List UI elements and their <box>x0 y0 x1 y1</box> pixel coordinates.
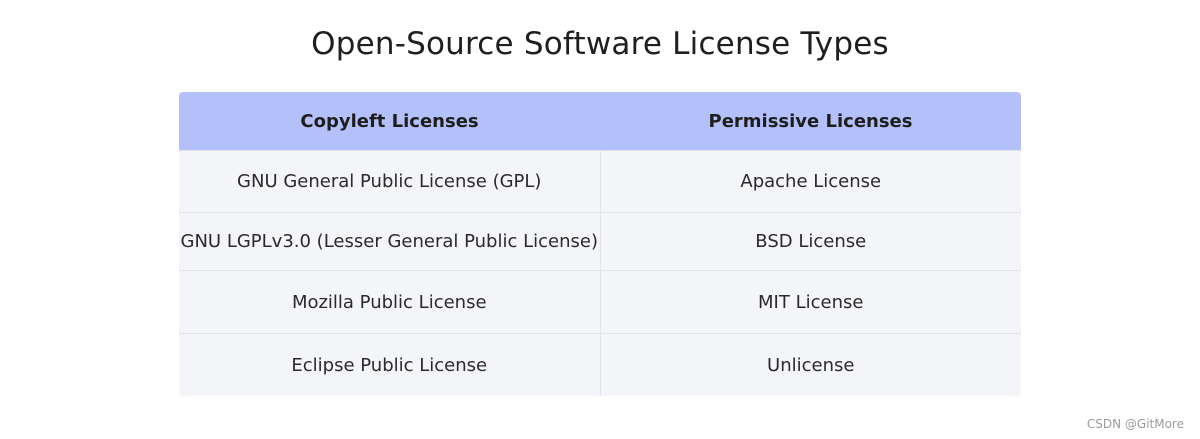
table-row: GNU LGPLv3.0 (Lesser General Public Lice… <box>179 212 1021 270</box>
copyleft-cell: GNU General Public License (GPL) <box>179 151 601 212</box>
page-title: Open-Source Software License Types <box>311 26 889 62</box>
table-row: Mozilla Public License MIT License <box>179 270 1021 333</box>
table-row: GNU General Public License (GPL) Apache … <box>179 150 1021 212</box>
header-permissive: Permissive Licenses <box>708 110 913 132</box>
permissive-cell: Apache License <box>740 171 882 192</box>
table-row: Eclipse Public License Unlicense <box>179 333 1021 396</box>
copyleft-cell: GNU LGPLv3.0 (Lesser General Public Lice… <box>179 213 601 270</box>
permissive-cell: Unlicense <box>767 354 855 376</box>
header-copyleft: Copyleft Licenses <box>300 110 479 132</box>
license-table: Copyleft Licenses Permissive Licenses GN… <box>179 92 1021 396</box>
watermark: CSDN @GitMore <box>1086 417 1184 431</box>
copyleft-cell: Mozilla Public License <box>179 271 601 333</box>
copyleft-cell: Eclipse Public License <box>179 334 601 396</box>
permissive-cell: MIT License <box>758 291 864 313</box>
table-header-row: Copyleft Licenses Permissive Licenses <box>179 92 1021 150</box>
permissive-cell: BSD License <box>755 231 867 252</box>
